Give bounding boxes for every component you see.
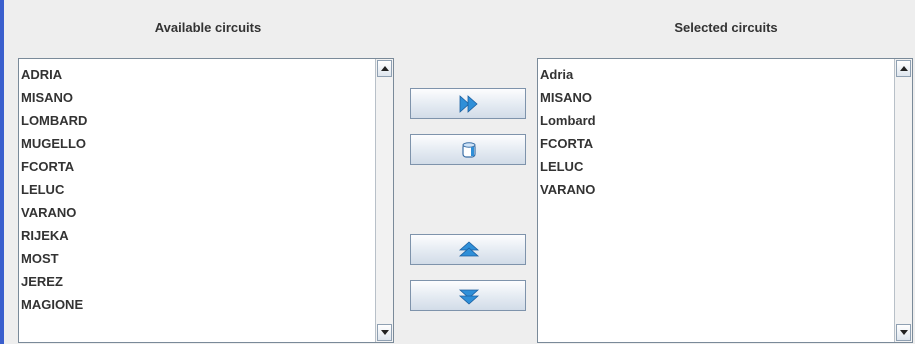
selected-circuits-title: Selected circuits bbox=[674, 20, 778, 35]
selected-circuits-list[interactable]: Adria MISANO Lombard FCORTA LELUC VARANO bbox=[537, 58, 913, 343]
list-item[interactable]: Adria bbox=[540, 63, 892, 86]
up-arrow-icon bbox=[458, 241, 480, 257]
remove-circuit-button[interactable] bbox=[410, 134, 526, 165]
window-left-accent-bar bbox=[0, 0, 4, 344]
list-item[interactable]: RIJEKA bbox=[21, 224, 373, 247]
list-item[interactable]: VARANO bbox=[21, 201, 373, 224]
triangle-down-icon bbox=[900, 330, 908, 335]
list-item[interactable]: LELUC bbox=[540, 155, 892, 178]
list-item[interactable]: MISANO bbox=[21, 86, 373, 109]
list-item[interactable]: MISANO bbox=[540, 86, 892, 109]
scroll-up-button[interactable] bbox=[896, 60, 911, 77]
down-arrow-icon bbox=[458, 289, 480, 305]
cylinder-icon bbox=[462, 142, 476, 158]
available-circuits-list[interactable]: ADRIA MISANO LOMBARD MUGELLO FCORTA LELU… bbox=[18, 58, 394, 343]
triangle-down-icon bbox=[381, 330, 389, 335]
list-item[interactable]: LELUC bbox=[21, 178, 373, 201]
scroll-up-button[interactable] bbox=[377, 60, 392, 77]
scroll-down-button[interactable] bbox=[896, 324, 911, 341]
available-list-scrollbar[interactable] bbox=[375, 59, 393, 342]
list-item[interactable]: ADRIA bbox=[21, 63, 373, 86]
scroll-down-button[interactable] bbox=[377, 324, 392, 341]
move-down-button[interactable] bbox=[410, 280, 526, 311]
list-item[interactable]: MUGELLO bbox=[21, 132, 373, 155]
triangle-up-icon bbox=[900, 66, 908, 71]
move-up-button[interactable] bbox=[410, 234, 526, 265]
list-item[interactable]: LOMBARD bbox=[21, 109, 373, 132]
list-item[interactable]: MAGIONE bbox=[21, 293, 373, 316]
available-circuits-title: Available circuits bbox=[154, 20, 262, 35]
selected-list-scrollbar[interactable] bbox=[894, 59, 912, 342]
list-item[interactable]: VARANO bbox=[540, 178, 892, 201]
list-item[interactable]: Lombard bbox=[540, 109, 892, 132]
triangle-up-icon bbox=[381, 66, 389, 71]
list-item[interactable]: MOST bbox=[21, 247, 373, 270]
list-item[interactable]: FCORTA bbox=[540, 132, 892, 155]
double-right-arrow-icon bbox=[459, 95, 478, 113]
add-circuit-button[interactable] bbox=[410, 88, 526, 119]
list-item[interactable]: JEREZ bbox=[21, 270, 373, 293]
list-item[interactable]: FCORTA bbox=[21, 155, 373, 178]
